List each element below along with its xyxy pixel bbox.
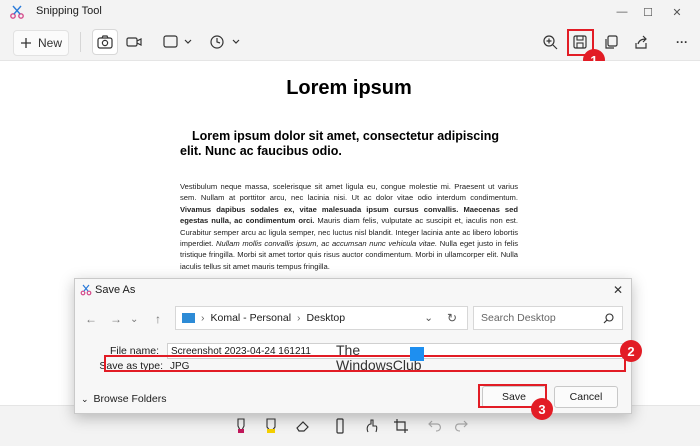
address-dropdown-icon[interactable]: ⌄ (424, 312, 433, 324)
document-body: Vestibulum neque massa, scelerisque sit … (180, 181, 518, 272)
zoom-button[interactable] (541, 33, 559, 51)
video-camera-icon (126, 37, 142, 47)
delay-dropdown[interactable] (207, 33, 243, 51)
close-window-button[interactable]: ✕ (662, 0, 692, 24)
breadcrumb-separator: › (201, 312, 205, 324)
search-placeholder: Search Desktop (481, 312, 556, 324)
record-mode-button[interactable] (121, 29, 147, 55)
snipping-tool-icon (10, 5, 24, 19)
recent-locations-chevron-icon[interactable]: ⌄ (130, 314, 138, 325)
refresh-icon[interactable]: ↻ (447, 311, 457, 325)
step-marker-2: 2 (620, 340, 642, 362)
ruler-icon[interactable] (335, 418, 345, 434)
undo-icon[interactable] (428, 419, 442, 433)
document-title: Lorem ipsum (286, 77, 412, 99)
body-text: Vestibulum neque massa, scelerisque sit … (180, 182, 518, 203)
title-bar: Snipping Tool — ☐ ✕ (0, 0, 700, 24)
step-marker-3: 3 (531, 398, 553, 420)
watermark-logo (410, 347, 424, 361)
breadcrumb-personal[interactable]: Komal - Personal (211, 312, 292, 324)
maximize-button[interactable]: ☐ (633, 0, 663, 24)
document-subtitle: Lorem ipsum dolor sit amet, consectetur … (180, 129, 500, 158)
capture-mode-group (92, 29, 148, 55)
crop-icon[interactable] (393, 418, 409, 434)
camera-icon (97, 35, 113, 49)
snipping-tool-icon (80, 284, 92, 296)
captured-document: Lorem ipsum Lorem ipsum dolor sit amet, … (180, 61, 518, 279)
ballpoint-pen-icon[interactable] (234, 418, 248, 434)
search-desktop-input[interactable]: Search Desktop (473, 306, 623, 330)
rectangle-snip-icon (163, 35, 192, 48)
forward-arrow-icon[interactable]: → (110, 312, 122, 326)
redo-icon[interactable] (454, 419, 468, 433)
dialog-title: Save As (95, 284, 136, 296)
zoom-in-icon (543, 35, 558, 50)
body-text-italic: Nullam mollis convallis ipsum, ac accums… (216, 239, 438, 249)
breadcrumb-separator: › (297, 312, 301, 324)
browse-folders-toggle[interactable]: ⌄ Browse Folders (81, 393, 167, 405)
back-arrow-icon[interactable]: ← (85, 312, 97, 326)
copy-icon (605, 35, 618, 49)
window-title: Snipping Tool (36, 5, 102, 17)
touch-writing-icon[interactable] (364, 418, 380, 434)
new-button[interactable]: New (13, 30, 69, 56)
dialog-close-button[interactable]: ✕ (613, 283, 623, 297)
dialog-cancel-button[interactable]: Cancel (554, 386, 618, 408)
snip-shape-dropdown[interactable] (160, 34, 196, 50)
watermark-line-2: WindowsClub (336, 357, 422, 373)
search-icon (603, 313, 614, 324)
more-options-button[interactable]: ··· (672, 33, 692, 51)
watermark-line-1: The (336, 342, 361, 358)
up-arrow-icon[interactable]: ↑ (155, 312, 161, 326)
eraser-icon[interactable] (295, 419, 311, 433)
share-button[interactable] (632, 33, 650, 51)
snip-mode-button[interactable] (92, 29, 118, 55)
breadcrumb-desktop[interactable]: Desktop (307, 312, 346, 324)
copy-button[interactable] (602, 33, 620, 51)
highlighter-icon[interactable] (264, 418, 278, 434)
new-button-label: New (37, 36, 62, 50)
plus-icon (20, 38, 31, 48)
clock-icon (210, 35, 240, 49)
watermark: The WindowsClub (336, 342, 424, 373)
address-bar[interactable]: › Komal - Personal › Desktop ⌄ ↻ (175, 306, 468, 330)
chevron-down-icon: ⌄ (81, 393, 89, 404)
divider (80, 32, 81, 52)
browse-folders-label: Browse Folders (93, 393, 167, 405)
share-icon (635, 35, 647, 49)
desktop-folder-icon (182, 313, 195, 323)
